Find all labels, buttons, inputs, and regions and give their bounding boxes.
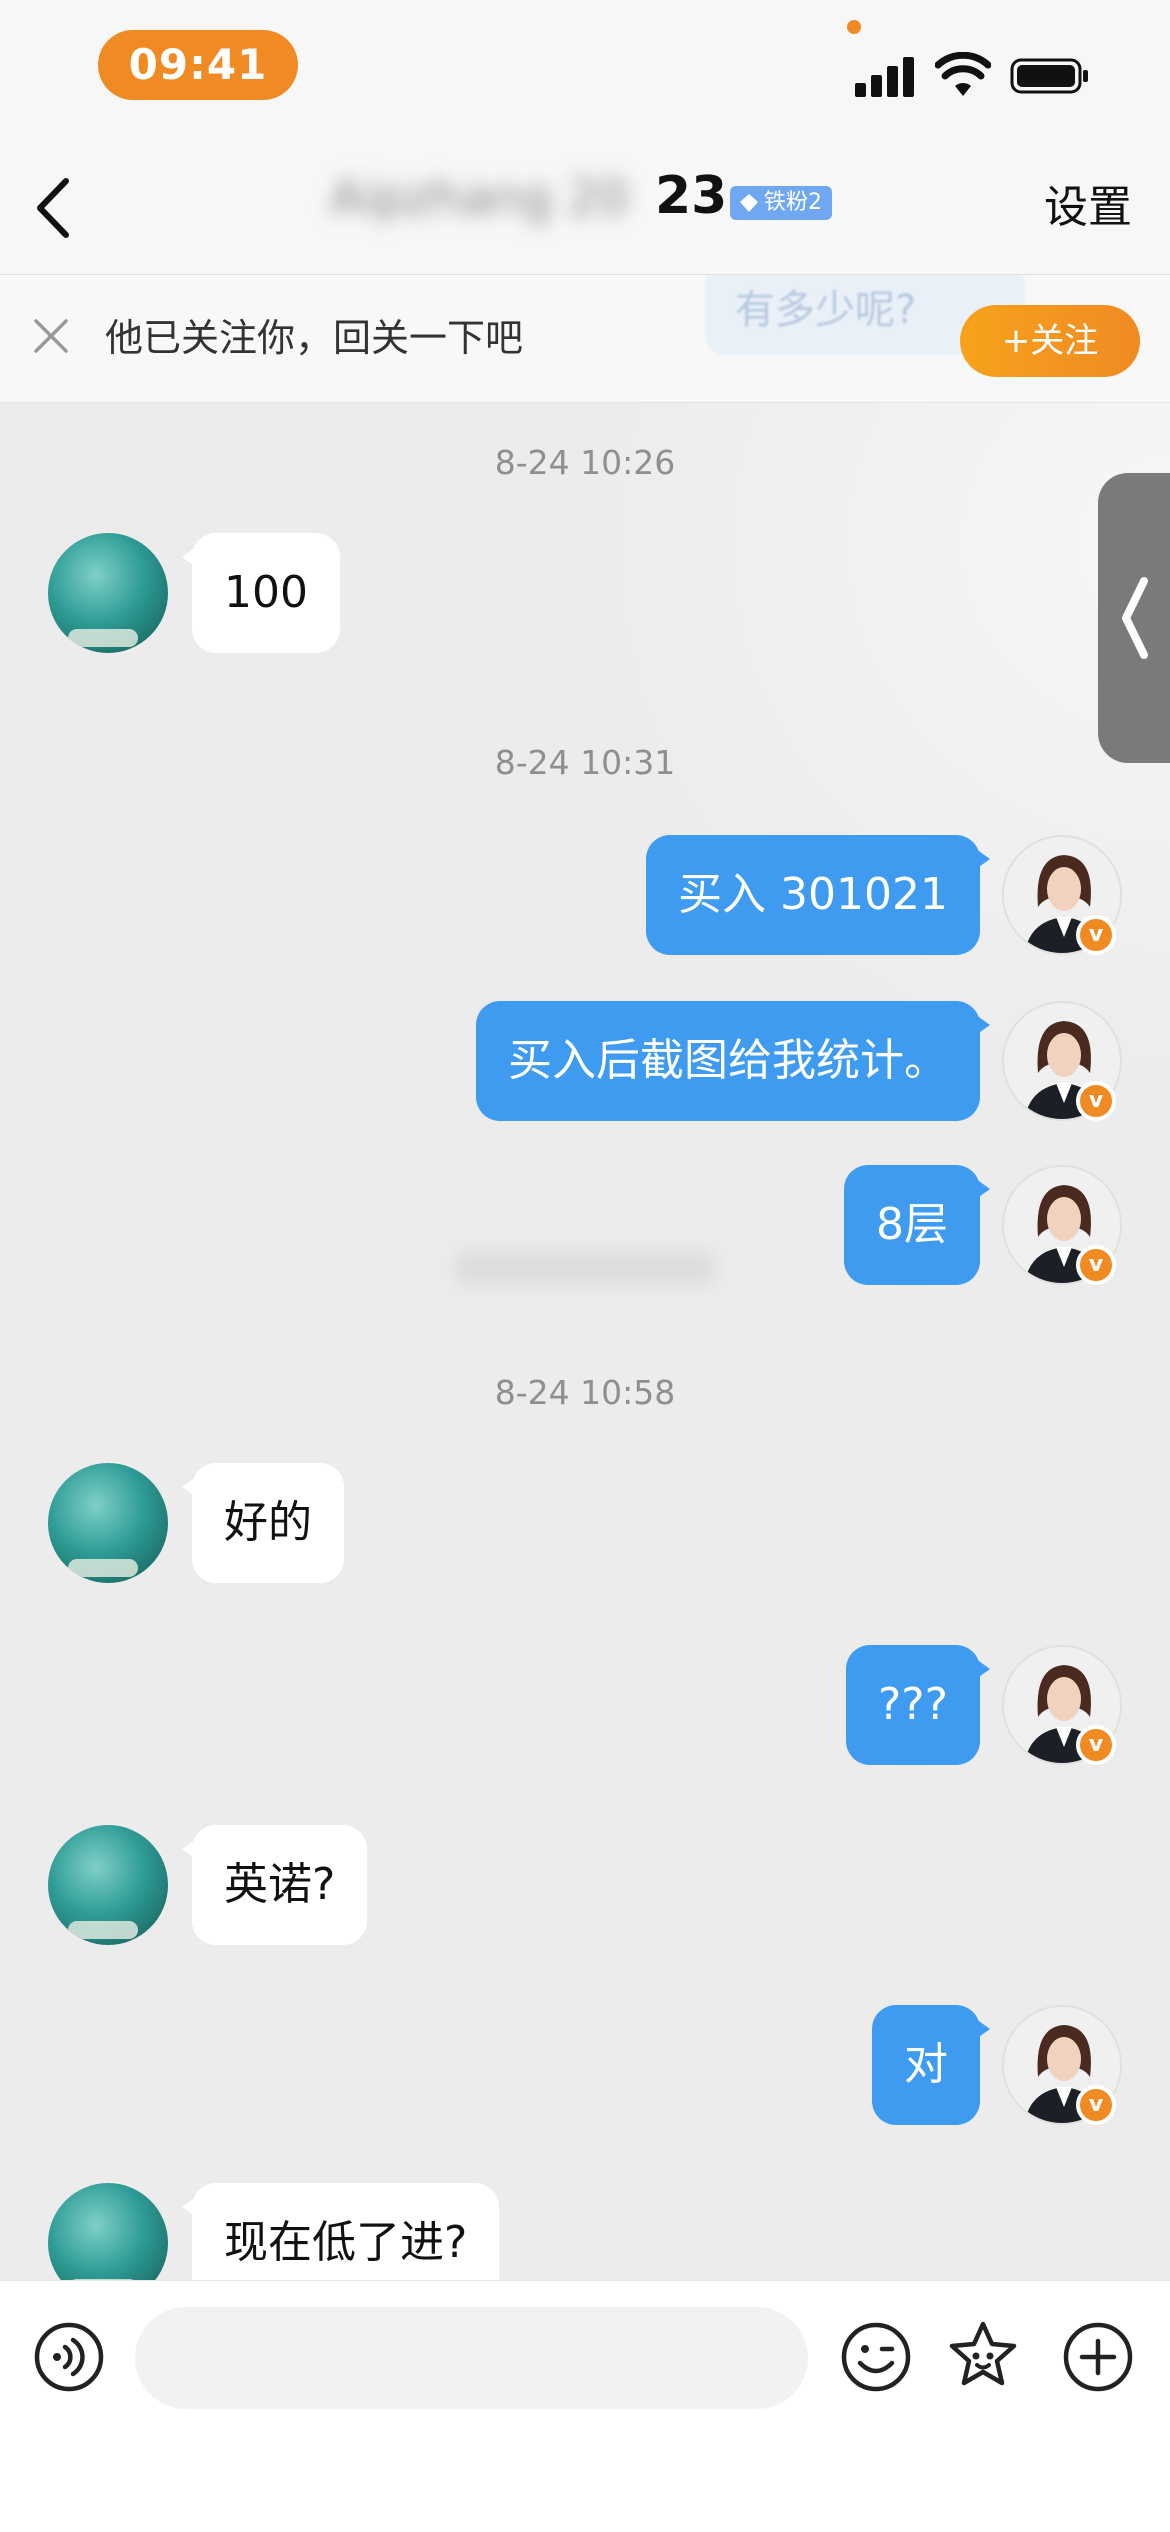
sent-message[interactable]: 买入 301021 [646,835,990,955]
chevron-left-icon [1122,577,1148,659]
contact-name-blurred: Aipzhang 20 [330,170,629,226]
message-list[interactable]: 8-24 10:26 100 8-24 10:31 买入 301021 v 买入… [0,403,1170,2280]
status-bar: 09:41 [0,0,1170,140]
contact-avatar[interactable] [48,1825,168,1945]
received-message[interactable]: 好的 [182,1463,344,1583]
timestamp: 8-24 10:58 [494,1373,676,1412]
verified-badge-icon: v [1076,1081,1116,1121]
timestamp: 8-24 10:26 [494,443,676,482]
settings-button[interactable]: 设置 [1044,180,1132,236]
sent-message[interactable]: ??? [845,1645,991,1765]
contact-avatar[interactable] [48,533,168,653]
sticker-icon[interactable] [947,2319,1019,2391]
status-time: 09:41 [98,30,298,100]
cellular-signal-icon [855,55,915,97]
contact-name: 23 [655,166,728,226]
battery-icon [1010,58,1088,94]
sent-message[interactable]: 买入后截图给我统计。 [476,1001,990,1121]
fan-level-badge: 铁粉2 [730,186,832,220]
blurred-system-note [455,1251,715,1285]
back-icon[interactable] [30,175,80,241]
recording-dot-icon [847,20,861,34]
timestamp: 8-24 10:31 [494,743,676,782]
message-input[interactable] [135,2307,808,2409]
contact-avatar[interactable] [48,2183,168,2280]
received-message[interactable]: 100 [182,533,340,653]
follow-prompt-bar: 有多少呢? 他已关注你，回关一下吧 +关注 [0,275,1170,403]
verified-badge-icon: v [1076,2085,1116,2125]
side-panel-tab[interactable] [1098,473,1170,763]
emoji-icon[interactable] [840,2321,912,2393]
input-bar [0,2280,1170,2532]
close-icon[interactable] [32,317,70,355]
received-message[interactable]: 英诺? [181,1825,368,1945]
contact-avatar[interactable] [48,1463,168,1583]
voice-icon[interactable] [33,2321,105,2393]
fan-level-label: 铁粉2 [764,190,822,215]
chat-header: Aipzhang 20 23 铁粉2 设置 [0,140,1170,275]
plus-icon[interactable] [1062,2321,1134,2393]
diamond-icon [740,194,758,212]
verified-badge-icon: v [1076,915,1116,955]
received-message[interactable]: 现在低了进? [181,2183,500,2280]
verified-badge-icon: v [1076,1725,1116,1765]
sent-message[interactable]: 8层 [844,1165,990,1285]
follow-tip-text: 他已关注你，回关一下吧 [105,316,524,360]
verified-badge-icon: v [1076,1245,1116,1285]
wifi-icon [935,52,991,96]
sent-message[interactable]: 对 [872,2005,990,2125]
follow-back-button[interactable]: +关注 [960,305,1140,377]
